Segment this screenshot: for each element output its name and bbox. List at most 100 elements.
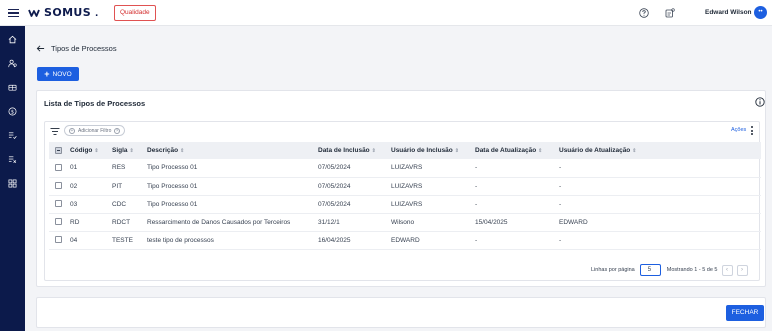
- cell-descricao: teste tipo de processos: [147, 231, 318, 250]
- environment-badge: Qualidade: [114, 5, 156, 21]
- prev-page-button[interactable]: ‹: [721, 264, 733, 276]
- sidebar-item-document-list[interactable]: [4, 128, 21, 143]
- row-checkbox[interactable]: [55, 182, 62, 190]
- table-row[interactable]: 02 PIT Tipo Processo 01 07/05/2024 LUIZA…: [49, 177, 761, 196]
- row-select-cell: [49, 177, 70, 196]
- row-checkbox[interactable]: [55, 218, 62, 226]
- row-select-cell: [49, 195, 70, 214]
- column-header-label: Código: [70, 147, 93, 154]
- cell-codigo: 02: [70, 177, 112, 196]
- row-checkbox[interactable]: [55, 236, 62, 244]
- table-row[interactable]: 01 RES Tipo Processo 01 07/05/2024 LUIZA…: [49, 159, 761, 178]
- cell-data-atualizacao: 15/04/2025: [475, 213, 559, 232]
- column-header-usuario-atualizacao[interactable]: Usuário de Atualização ⇕: [559, 142, 761, 159]
- page-title: Tipos de Processos: [51, 44, 117, 53]
- sidebar-item-checklist[interactable]: [4, 152, 21, 167]
- table-header-row: Código ⇕ Sigla ⇕ Descrição ⇕ Data de Inclus…: [49, 142, 761, 159]
- cell-sigla: RES: [112, 159, 147, 178]
- sidebar-item-money[interactable]: $: [4, 104, 21, 119]
- menu-icon[interactable]: [8, 9, 19, 17]
- column-header-descricao[interactable]: Descrição ⇕: [147, 142, 318, 159]
- cell-data-inclusao: 31/12/1: [318, 213, 391, 232]
- cell-usuario-inclusao: LUIZAVRS: [391, 159, 475, 178]
- actions-link[interactable]: Ações: [731, 127, 746, 133]
- sort-icon: ⇕: [454, 148, 459, 154]
- filter-icon[interactable]: [50, 127, 60, 136]
- rows-per-page-select[interactable]: 5: [639, 264, 661, 276]
- cell-codigo: 04: [70, 231, 112, 250]
- logo-dot: .: [95, 6, 99, 19]
- column-header-label: Descrição: [147, 147, 179, 154]
- people-icon: [8, 59, 17, 68]
- row-select-cell: [49, 213, 70, 232]
- cell-usuario-atualizacao: -: [559, 159, 761, 178]
- sidebar-item-home[interactable]: [4, 32, 21, 47]
- column-header-sigla[interactable]: Sigla ⇕: [112, 142, 147, 159]
- more-vertical-icon[interactable]: [751, 126, 754, 135]
- column-header-codigo[interactable]: Código ⇕: [70, 142, 112, 159]
- user-name[interactable]: Edward Wilson: [705, 9, 752, 16]
- table-row[interactable]: 03 CDC Tipo Processo 01 07/05/2024 LUIZA…: [49, 195, 761, 214]
- wallet-icon: [8, 84, 17, 91]
- sidebar-item-wallet[interactable]: [4, 80, 21, 95]
- column-header-usuario-inclusao[interactable]: Usuário de Inclusão ⇕: [391, 142, 475, 159]
- logo: SOMUS.: [28, 6, 98, 19]
- cell-usuario-inclusao: LUIZAVRS: [391, 195, 475, 214]
- cell-data-atualizacao: -: [475, 195, 559, 214]
- cell-data-inclusao: 07/05/2024: [318, 195, 391, 214]
- cell-usuario-atualizacao: -: [559, 231, 761, 250]
- cell-descricao: Tipo Processo 01: [147, 195, 318, 214]
- next-page-button[interactable]: ›: [736, 264, 748, 276]
- table-container: + Adicionar Filtro × Ações Código ⇕ Sigla…: [44, 121, 761, 281]
- cell-descricao: Ressarcimento de Danos Causados por Terc…: [147, 213, 318, 232]
- row-checkbox[interactable]: [55, 200, 62, 208]
- add-filter-chip[interactable]: + Adicionar Filtro ×: [64, 125, 126, 136]
- table-row[interactable]: RD RDCT Ressarcimento de Danos Causados …: [49, 213, 761, 232]
- row-checkbox[interactable]: [55, 164, 62, 172]
- select-all-checkbox[interactable]: [55, 146, 62, 154]
- clear-circle-icon[interactable]: ×: [114, 127, 121, 134]
- footer-bar: FECHAR: [36, 297, 766, 328]
- cell-usuario-atualizacao: -: [559, 177, 761, 196]
- cell-usuario-inclusao: EDWARD: [391, 231, 475, 250]
- pagination-range: Mostrando 1 - 5 de 5: [666, 267, 718, 273]
- new-button-label: NOVO: [52, 70, 72, 78]
- cell-data-atualizacao: -: [475, 231, 559, 250]
- sort-icon: ⇕: [129, 148, 134, 154]
- sort-icon: ⇕: [538, 148, 543, 154]
- row-select-cell: [49, 159, 70, 178]
- add-filter-label: Adicionar Filtro: [78, 127, 112, 134]
- cell-sigla: RDCT: [112, 213, 147, 232]
- help-icon[interactable]: [639, 8, 649, 18]
- checklist-icon: [8, 156, 17, 163]
- select-all-cell: [49, 142, 70, 159]
- top-bar: SOMUS. Qualidade Edward Wilson ••: [0, 0, 772, 26]
- svg-text:$: $: [11, 109, 14, 115]
- cell-sigla: CDC: [112, 195, 147, 214]
- cell-usuario-atualizacao: EDWARD: [559, 213, 761, 232]
- add-circle-icon: +: [69, 127, 75, 134]
- close-button[interactable]: FECHAR: [726, 305, 764, 321]
- sidebar-item-people[interactable]: [4, 56, 21, 71]
- cell-data-inclusao: 07/05/2024: [318, 159, 391, 178]
- avatar[interactable]: ••: [754, 6, 767, 19]
- column-header-label: Sigla: [112, 147, 128, 154]
- cell-usuario-inclusao: Wilsono: [391, 213, 475, 232]
- grid-icon: [8, 179, 17, 188]
- notification-settings-icon[interactable]: [665, 8, 675, 18]
- back-arrow-icon[interactable]: [36, 44, 45, 53]
- sidebar-item-grid[interactable]: [4, 176, 21, 191]
- money-icon: $: [8, 107, 17, 116]
- sort-icon: ⇕: [632, 148, 637, 154]
- cell-data-inclusao: 07/05/2024: [318, 177, 391, 196]
- column-header-label: Usuário de Inclusão: [391, 147, 453, 154]
- column-header-data-inclusao[interactable]: Data de Inclusão ⇕: [318, 142, 391, 159]
- table-row[interactable]: 04 TESTE teste tipo de processos 16/04/2…: [49, 231, 761, 250]
- info-icon[interactable]: [755, 97, 765, 107]
- document-list-icon: [8, 132, 17, 140]
- pagination: Linhas por página 5 Mostrando 1 - 5 de 5…: [591, 264, 757, 276]
- cell-data-atualizacao: -: [475, 177, 559, 196]
- new-button[interactable]: + NOVO: [37, 67, 79, 81]
- column-header-data-atualizacao[interactable]: Data de Atualização ⇕: [475, 142, 559, 159]
- column-header-label: Data de Atualização: [475, 147, 537, 154]
